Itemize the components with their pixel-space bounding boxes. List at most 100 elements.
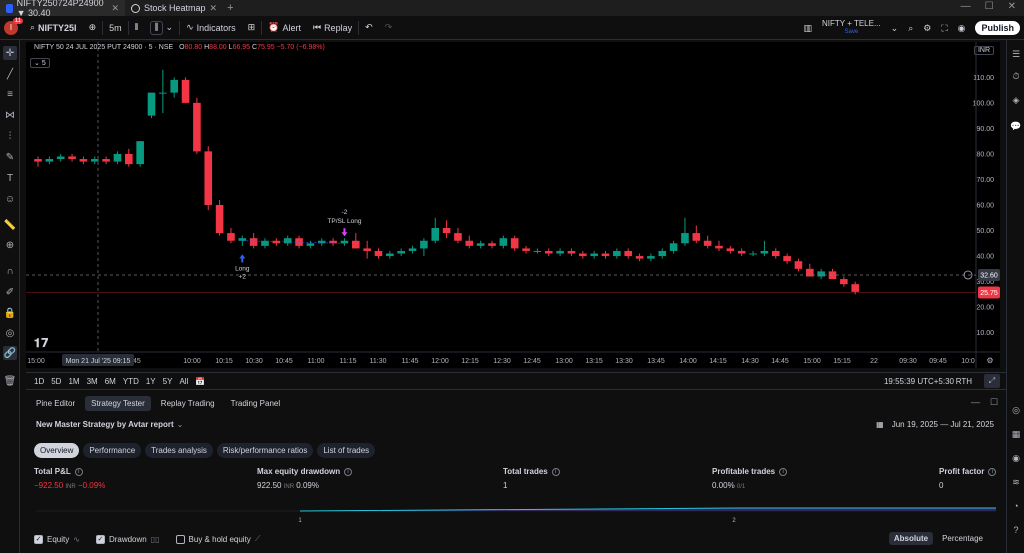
y-tick-label: 90.00 [976, 126, 994, 133]
trendline-icon[interactable]: ╱ [3, 67, 17, 81]
close-window-icon[interactable]: ✕ [1008, 1, 1016, 12]
info-icon[interactable]: i [551, 467, 560, 476]
redo-button[interactable]: ↷ [379, 16, 399, 40]
new-tab-icon[interactable]: + [227, 2, 233, 14]
pill-overview[interactable]: Overview [34, 443, 80, 458]
bar-style-button[interactable]: ⫴ [129, 16, 145, 40]
date-range-button[interactable]: ▦ Jun 19, 2025 — Jul 21, 2025 [876, 420, 994, 429]
indicators-button[interactable]: ∿ Indicators [180, 16, 242, 40]
signal-icon[interactable]: ≋ [1010, 476, 1022, 488]
stay-drawing-icon[interactable]: ✐ [3, 285, 17, 299]
text-icon[interactable]: T [3, 171, 17, 185]
lock-icon[interactable]: 🔒 [3, 306, 17, 320]
chat-icon[interactable]: 💬 [1010, 120, 1022, 132]
range-1y[interactable]: 1Y [146, 377, 156, 386]
info-icon[interactable]: i [779, 467, 788, 476]
candle-body [476, 243, 485, 246]
mode-absolute[interactable]: Absolute [888, 532, 934, 545]
help-icon[interactable]: ? [1010, 524, 1022, 536]
link-icon[interactable]: 🔗 [3, 346, 17, 360]
layers-icon[interactable]: ◈ [1010, 94, 1022, 106]
strategy-name[interactable]: New Master Strategy by Avtar report ⌄ [36, 420, 183, 429]
timezone-display[interactable]: 19:55:39 UTC+5:30 [884, 377, 954, 386]
zoom-in-icon[interactable]: ⊕ [3, 238, 17, 252]
currency-button[interactable]: INR [973, 46, 994, 55]
calendar-icon[interactable]: ▦ [1010, 428, 1022, 440]
goto-date-icon[interactable]: 📅 [195, 377, 205, 386]
info-icon[interactable]: i [344, 467, 353, 476]
settings-icon[interactable]: ⚙ [923, 23, 931, 34]
publish-button[interactable]: Publish [975, 21, 1020, 35]
pill-risk-performance[interactable]: Risk/performance ratios [216, 443, 314, 458]
ideas-icon[interactable]: ◔ [1010, 500, 1022, 512]
range-5y[interactable]: 5Y [163, 377, 173, 386]
templates-button[interactable]: ⊞ [242, 16, 262, 40]
info-icon[interactable]: i [988, 467, 997, 476]
target-icon[interactable]: ◎ [1010, 404, 1022, 416]
browser-tab-label: Stock Heatmap [144, 3, 206, 13]
buy-hold-checkbox[interactable]: Buy & hold equity ⟋ [175, 534, 260, 544]
browser-tab-nifty[interactable]: NIFTY250724P24900 ▼ 30.40 ✕ [0, 0, 125, 18]
symbol-search[interactable]: ⌕ NIFTY25I [24, 16, 83, 40]
mode-percentage[interactable]: Percentage [937, 532, 988, 545]
range-1d[interactable]: 1D [34, 377, 44, 386]
minimize-panel-icon[interactable]: — [971, 397, 980, 408]
quick-search-icon[interactable]: ⌕ [908, 23, 913, 34]
fullscreen-icon[interactable]: ⛶ [941, 23, 947, 34]
maximize-panel-icon[interactable]: ☐ [990, 397, 998, 408]
candle-body [136, 141, 144, 165]
range-3m[interactable]: 3M [87, 377, 98, 386]
compare-symbol-button[interactable]: ⊕ [83, 16, 103, 40]
alerts-clock-icon[interactable]: ⏱ [1010, 70, 1022, 82]
crosshair-icon[interactable]: ✛ [3, 46, 17, 60]
browser-tab-heatmap[interactable]: Stock Heatmap ✕ [125, 0, 223, 16]
pill-trades-analysis[interactable]: Trades analysis [145, 443, 213, 458]
maximize-icon[interactable]: ☐ [985, 1, 994, 12]
session-button[interactable]: RTH [956, 377, 972, 386]
chevron-down-icon[interactable]: ⌄ [891, 23, 899, 34]
watchlist-icon[interactable]: ☰ [1010, 48, 1022, 60]
tab-pine-editor[interactable]: Pine Editor [30, 396, 81, 411]
replay-button[interactable]: ⏮ Replay [307, 16, 358, 40]
eye-icon[interactable]: ◎ [3, 326, 17, 340]
layout-menu[interactable]: NIFTY + TELE... Save [822, 20, 881, 36]
range-5d[interactable]: 5D [51, 377, 61, 386]
metric-pct: 0.09% [296, 481, 319, 490]
camera-icon[interactable]: ◉ [958, 23, 966, 34]
minimize-icon[interactable]: — [961, 1, 971, 12]
emoji-icon[interactable]: ☺ [3, 192, 17, 206]
close-icon[interactable]: ✕ [210, 3, 218, 14]
pill-performance[interactable]: Performance [83, 443, 142, 458]
close-icon[interactable]: ✕ [111, 3, 119, 14]
ruler-icon[interactable]: 📏 [3, 218, 17, 232]
price-chart[interactable]: 110.00 100.00 90.00 80.00 70.00 60.00 50.00 40.… [26, 42, 1000, 368]
equity-checkbox[interactable]: ✓ Equity ∿ [34, 534, 80, 544]
magnet-icon[interactable]: ∩ [3, 264, 17, 278]
undo-button[interactable]: ↶ [359, 16, 379, 40]
info-icon[interactable]: i [74, 467, 83, 476]
trash-icon[interactable]: 🗑 [3, 374, 17, 388]
tab-replay-trading[interactable]: Replay Trading [155, 396, 221, 411]
prediction-icon[interactable]: ⫶ [3, 129, 17, 143]
auto-scale-icon[interactable]: ⤢ [984, 374, 1000, 388]
range-all[interactable]: All [179, 377, 188, 386]
interval-button[interactable]: 5m [103, 16, 128, 40]
legend-collapse-button[interactable]: ⌄ 5 [30, 58, 50, 68]
range-1m[interactable]: 1M [68, 377, 79, 386]
drawdown-checkbox[interactable]: ✓ Drawdown ▯▯ [95, 534, 160, 544]
fib-icon[interactable]: ≡ [3, 87, 17, 101]
range-6m[interactable]: 6M [105, 377, 116, 386]
equity-chart[interactable]: 1 2 [36, 503, 996, 525]
browser-tab-bar: NIFTY250724P24900 ▼ 30.40 ✕ Stock Heatma… [0, 0, 1024, 18]
layout-grid-icon[interactable]: ▥ [804, 23, 813, 34]
avatar[interactable]: I 11 [4, 17, 23, 35]
pulse-icon[interactable]: ◉ [1010, 452, 1022, 464]
alert-button[interactable]: ⏰ Alert [262, 16, 307, 40]
pattern-icon[interactable]: ⋈ [3, 108, 17, 122]
tab-trading-panel[interactable]: Trading Panel [225, 396, 287, 411]
range-ytd[interactable]: YTD [123, 377, 139, 386]
candle-style-button[interactable]: ⫼ ⌄ [144, 16, 179, 40]
brush-icon[interactable]: ✎ [3, 150, 17, 164]
tab-strategy-tester[interactable]: Strategy Tester [85, 395, 151, 411]
pill-list-of-trades[interactable]: List of trades [317, 443, 376, 458]
